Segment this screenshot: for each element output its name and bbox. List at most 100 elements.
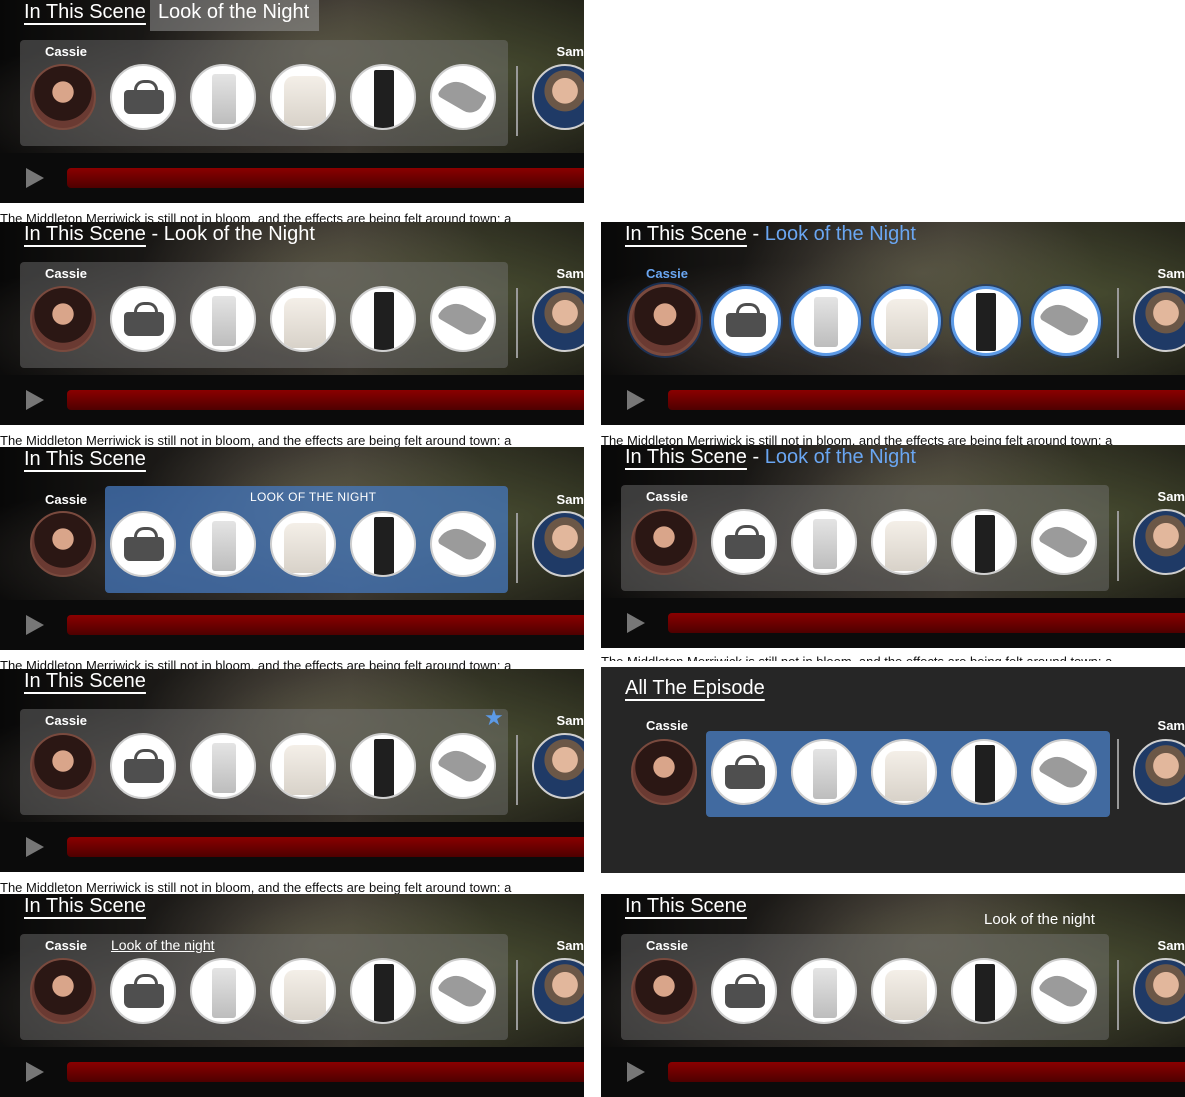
heels-item[interactable]	[1031, 509, 1097, 575]
leggings-item[interactable]	[350, 511, 416, 577]
cassie-avatar[interactable]	[30, 958, 96, 1024]
heading-separator: -	[746, 223, 765, 245]
handbag-item[interactable]	[110, 511, 176, 577]
star-icon[interactable]: ★	[484, 705, 504, 731]
leggings-item[interactable]	[951, 739, 1017, 805]
character-name-cassie: Cassie	[45, 44, 87, 59]
heels-item[interactable]	[430, 64, 496, 130]
progress-bar[interactable]	[668, 613, 1185, 633]
handbag-item[interactable]	[110, 286, 176, 352]
progress-bar[interactable]	[67, 1062, 584, 1082]
look-of-the-night-label: LOOK OF THE NIGHT	[250, 490, 377, 504]
leggings-item[interactable]	[951, 286, 1021, 356]
leggings-item[interactable]	[350, 64, 416, 130]
handbag-item[interactable]	[711, 286, 781, 356]
player-controls	[601, 375, 1185, 425]
heels-item[interactable]	[1031, 739, 1097, 805]
look-of-the-night-tab[interactable]: Look of the Night	[765, 223, 916, 245]
leggings-item[interactable]	[951, 509, 1017, 575]
divider	[1117, 739, 1119, 809]
play-icon[interactable]	[26, 837, 44, 857]
leggings-item[interactable]	[350, 286, 416, 352]
blouse-item[interactable]	[270, 286, 336, 352]
handbag-item[interactable]	[110, 733, 176, 799]
progress-bar[interactable]	[67, 390, 584, 410]
blouse-item[interactable]	[871, 509, 937, 575]
cassie-avatar[interactable]	[631, 958, 697, 1024]
look-of-the-night-tab[interactable]: Look of the Night	[765, 446, 916, 468]
cami-top-item[interactable]	[791, 509, 857, 575]
heels-item[interactable]	[1031, 286, 1101, 356]
heels-item[interactable]	[430, 511, 496, 577]
blouse-item[interactable]	[871, 286, 941, 356]
look-of-the-night-tab[interactable]: Look of the Night	[149, 0, 320, 31]
play-icon[interactable]	[627, 390, 645, 410]
play-icon[interactable]	[26, 168, 44, 188]
all-the-episode-tab[interactable]: All The Episode	[625, 677, 765, 699]
look-of-the-night-label[interactable]: Look of the night	[984, 911, 1095, 928]
handbag-item[interactable]	[711, 509, 777, 575]
heels-item[interactable]	[430, 958, 496, 1024]
episode-caption: The Middleton Merriwick is still not in …	[0, 434, 512, 447]
progress-bar[interactable]	[668, 1062, 1185, 1082]
heels-item[interactable]	[430, 733, 496, 799]
play-icon[interactable]	[26, 1062, 44, 1082]
play-icon[interactable]	[26, 615, 44, 635]
cami-top-item[interactable]	[190, 511, 256, 577]
leggings-item[interactable]	[350, 958, 416, 1024]
cami-top-item[interactable]	[190, 64, 256, 130]
in-this-scene-tab[interactable]: In This Scene	[24, 223, 146, 245]
leggings-item[interactable]	[350, 733, 416, 799]
play-icon[interactable]	[627, 1062, 645, 1082]
blouse-item[interactable]	[871, 739, 937, 805]
handbag-item[interactable]	[711, 739, 777, 805]
look-of-the-night-link[interactable]: Look of the night	[111, 937, 215, 953]
cami-top-item[interactable]	[190, 958, 256, 1024]
play-icon[interactable]	[26, 390, 44, 410]
cami-top-item[interactable]	[791, 286, 861, 356]
handbag-item[interactable]	[110, 958, 176, 1024]
look-of-the-night-tab[interactable]: Look of the Night	[164, 223, 315, 245]
cami-top-item[interactable]	[791, 958, 857, 1024]
in-this-scene-tab[interactable]: In This Scene	[625, 223, 747, 245]
heels-item[interactable]	[1031, 958, 1097, 1024]
in-this-scene-tab[interactable]: In This Scene	[24, 670, 146, 692]
cassie-avatar[interactable]	[631, 509, 697, 575]
character-name-sam: Sam	[556, 492, 584, 507]
in-this-scene-tab[interactable]: In This Scene	[625, 895, 747, 917]
blouse-item[interactable]	[270, 511, 336, 577]
cassie-avatar[interactable]	[629, 284, 701, 356]
in-this-scene-tab[interactable]: In This Scene	[625, 446, 747, 468]
progress-bar[interactable]	[67, 168, 584, 188]
blouse-item[interactable]	[270, 958, 336, 1024]
cassie-avatar[interactable]	[30, 733, 96, 799]
in-this-scene-tab[interactable]: In This Scene	[24, 895, 146, 917]
leggings-item[interactable]	[951, 958, 1017, 1024]
progress-bar[interactable]	[67, 837, 584, 857]
cassie-avatar[interactable]	[631, 739, 697, 805]
character-name-cassie: Cassie	[45, 713, 87, 728]
cassie-avatar[interactable]	[30, 64, 96, 130]
handbag-item[interactable]	[711, 958, 777, 1024]
section-heading: In This Scene	[625, 895, 747, 918]
blouse-item[interactable]	[270, 733, 336, 799]
heading-separator: -	[145, 223, 164, 245]
cami-top-item[interactable]	[791, 739, 857, 805]
cami-top-item[interactable]	[190, 733, 256, 799]
progress-bar[interactable]	[67, 615, 584, 635]
character-name-sam: Sam	[556, 44, 584, 59]
character-name-sam: Sam	[1157, 938, 1185, 953]
cassie-avatar[interactable]	[30, 286, 96, 352]
character-name-cassie: Cassie	[45, 266, 87, 281]
cami-top-item[interactable]	[190, 286, 256, 352]
play-icon[interactable]	[627, 613, 645, 633]
heels-item[interactable]	[430, 286, 496, 352]
progress-bar[interactable]	[668, 390, 1185, 410]
blouse-item[interactable]	[270, 64, 336, 130]
cassie-avatar[interactable]	[30, 511, 96, 577]
variant-panel-5: In This Scene - Look of the Night Cassie…	[601, 445, 1185, 648]
in-this-scene-tab[interactable]: In This Scene	[24, 1, 146, 23]
blouse-item[interactable]	[871, 958, 937, 1024]
in-this-scene-tab[interactable]: In This Scene	[24, 448, 146, 470]
handbag-item[interactable]	[110, 64, 176, 130]
